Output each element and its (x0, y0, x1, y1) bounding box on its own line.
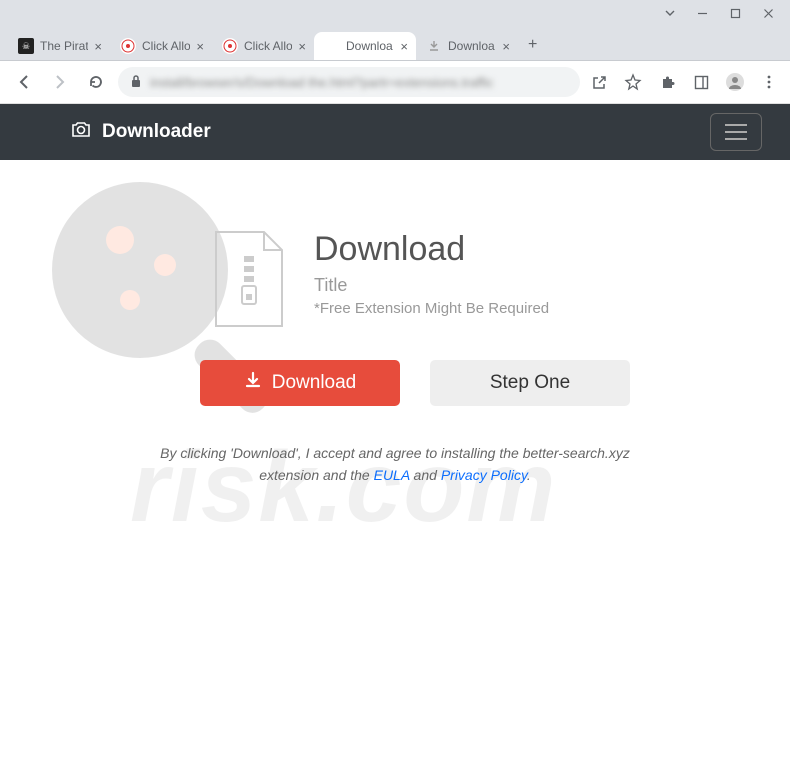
new-tab-button[interactable]: + (518, 30, 547, 60)
hero-text: Download Title *Free Extension Might Be … (314, 230, 549, 317)
disclaimer-text: By clicking 'Download', I accept and agr… (0, 442, 790, 487)
hamburger-icon (723, 122, 749, 142)
tab-close-icon[interactable]: × (502, 40, 510, 53)
browser-tab[interactable]: ☠ The Pirat × (8, 32, 110, 60)
favicon-download-icon (426, 38, 442, 54)
download-button-label: Download (272, 372, 357, 394)
browser-tab[interactable]: Click Allo × (110, 32, 212, 60)
camera-icon (70, 118, 92, 146)
favicon-pirate-icon: ☠ (18, 38, 34, 54)
brand-text: Downloader (102, 121, 211, 143)
download-button[interactable]: Download (200, 360, 400, 406)
favicon-click-icon (120, 38, 136, 54)
minimize-button[interactable] (697, 8, 708, 22)
bookmark-star-icon[interactable] (622, 71, 644, 93)
maximize-button[interactable] (730, 8, 741, 22)
url-text: install/browser/s/Download the.html?part… (150, 75, 493, 90)
tab-title: Click Allo (244, 39, 292, 53)
favicon-click-icon (222, 38, 238, 54)
forward-button[interactable] (46, 68, 74, 96)
tabs-row: ☠ The Pirat × Click Allo × Click Allo × … (0, 26, 790, 60)
privacy-policy-link[interactable]: Privacy Policy (441, 467, 527, 483)
toolbar-icons (588, 71, 780, 93)
tab-title: Click Allo (142, 39, 190, 53)
step-one-button[interactable]: Step One (430, 360, 630, 406)
extensions-puzzle-icon[interactable] (656, 71, 678, 93)
browser-tab-active[interactable]: Downloa × (314, 32, 416, 60)
address-bar[interactable]: install/browser/s/Download the.html?part… (118, 67, 580, 97)
browser-toolbar: install/browser/s/Download the.html?part… (0, 61, 790, 104)
tab-close-icon[interactable]: × (298, 40, 306, 53)
browser-tab[interactable]: Downloa × (416, 32, 518, 60)
back-button[interactable] (10, 68, 38, 96)
disclaimer-and: and (410, 467, 441, 483)
hamburger-menu[interactable] (710, 113, 762, 151)
window-controls (0, 0, 790, 26)
dropdown-caret-icon[interactable] (665, 8, 675, 22)
tab-close-icon[interactable]: × (400, 40, 408, 53)
brand: Downloader (70, 118, 211, 146)
lock-icon (130, 74, 142, 91)
tab-title: The Pirat (40, 39, 88, 53)
disclaimer-period: . (527, 467, 531, 483)
reading-list-icon[interactable] (690, 71, 712, 93)
tab-close-icon[interactable]: × (196, 40, 204, 53)
browser-tab[interactable]: Click Allo × (212, 32, 314, 60)
zip-file-icon (210, 230, 288, 330)
profile-avatar-icon[interactable] (724, 71, 746, 93)
eula-link[interactable]: EULA (374, 467, 410, 483)
hero-note: *Free Extension Might Be Required (314, 300, 549, 317)
share-icon[interactable] (588, 71, 610, 93)
hero-subtitle: Title (314, 275, 549, 296)
page-header: Downloader (0, 104, 790, 160)
favicon-blank-icon (324, 38, 340, 54)
hero-heading: Download (314, 230, 549, 269)
browser-chrome: ☠ The Pirat × Click Allo × Click Allo × … (0, 0, 790, 61)
close-window-button[interactable] (763, 8, 774, 22)
step-button-label: Step One (490, 372, 570, 394)
tab-title: Downloa (448, 39, 496, 53)
reload-button[interactable] (82, 68, 110, 96)
kebab-menu-icon[interactable] (758, 71, 780, 93)
buttons-row: Download Step One (40, 360, 790, 406)
main-content: Download Title *Free Extension Might Be … (0, 160, 790, 487)
tab-close-icon[interactable]: × (94, 40, 102, 53)
tab-title: Downloa (346, 39, 394, 53)
hero-row: Download Title *Free Extension Might Be … (210, 230, 790, 330)
download-arrow-icon (244, 371, 262, 395)
